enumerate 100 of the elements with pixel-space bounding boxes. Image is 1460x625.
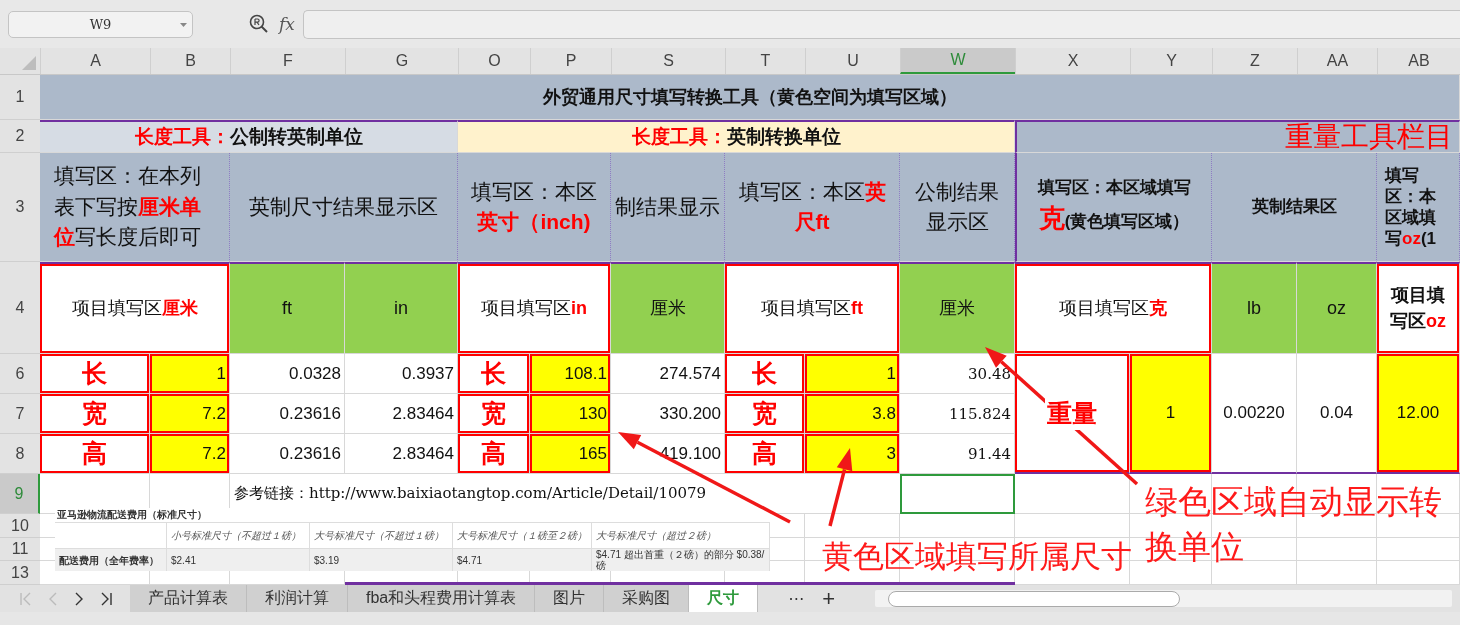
annotation-text: 黄色区域填写所属尺寸 xyxy=(822,538,1132,576)
dimension-label: 高 xyxy=(82,438,107,469)
fee-value: $3.19 xyxy=(314,554,340,566)
unit-heading: ft xyxy=(282,296,292,320)
sheet-tab[interactable]: 图片 xyxy=(535,585,605,612)
sheet-tab[interactable]: 产品计算表 xyxy=(130,585,247,612)
result-value: 2.83464 xyxy=(392,403,454,424)
sheet-tab[interactable]: 采购图 xyxy=(604,585,690,612)
column-group-heading: 制结果显示 xyxy=(615,193,720,220)
unit-heading: lb xyxy=(1247,296,1261,320)
horizontal-scrollbar[interactable] xyxy=(875,590,1452,607)
column-header[interactable]: Z xyxy=(1212,48,1297,74)
sheet-tab[interactable]: fba和头程费用计算表 xyxy=(348,585,536,612)
column-group-heading: 英制尺寸结果显示区 xyxy=(249,193,438,220)
dimension-label: 宽 xyxy=(481,398,506,429)
section-heading: 长度工具：英制转换单位 xyxy=(458,120,1015,153)
dimension-label: 宽 xyxy=(752,398,777,429)
selected-cell[interactable] xyxy=(900,474,1015,514)
column-header[interactable]: AB xyxy=(1377,48,1460,74)
column-group-heading: 填写区：本区英尺ft xyxy=(737,178,887,235)
result-value: 0.23616 xyxy=(279,443,341,464)
column-header[interactable]: A xyxy=(40,48,150,74)
unit-heading: 项目填写区in xyxy=(481,296,587,320)
column-header[interactable]: AA xyxy=(1297,48,1377,74)
column-group-heading: 公制结果显示区 xyxy=(914,178,1000,235)
unit-heading: 项目填写区厘米 xyxy=(71,296,198,320)
result-value: 30.48 xyxy=(968,364,1011,383)
more-tabs-button[interactable]: ⋯ xyxy=(788,589,805,608)
input-cell[interactable]: 165 xyxy=(530,434,611,474)
unit-heading: oz xyxy=(1327,296,1346,320)
result-value: 0.00220 xyxy=(1223,403,1285,423)
previous-sheet-icon[interactable] xyxy=(48,591,58,606)
sheet-tab[interactable]: 利润计算 xyxy=(247,585,348,612)
fee-column-heading: 大号标准尺寸（不超过１磅） xyxy=(314,530,444,541)
result-value: 0.04 xyxy=(1319,403,1354,423)
dimension-label: 高 xyxy=(752,438,777,469)
column-header[interactable]: O xyxy=(458,48,530,74)
input-cell[interactable]: 1 xyxy=(1130,354,1212,474)
sheet-tab[interactable]: 尺寸 xyxy=(689,585,759,612)
input-cell[interactable]: 12.00 xyxy=(1377,354,1460,474)
sheet-title: 外贸通用尺寸填写转换工具（黄色空间为填写区域） xyxy=(542,86,957,109)
input-cell[interactable]: 7.2 xyxy=(150,394,230,434)
unit-heading: 厘米 xyxy=(649,296,686,320)
dimension-label: 长 xyxy=(82,358,107,389)
column-header[interactable]: Y xyxy=(1130,48,1212,74)
last-sheet-icon[interactable] xyxy=(100,591,112,606)
input-cell[interactable]: 1 xyxy=(150,354,230,394)
name-box[interactable]: W9 xyxy=(8,10,193,38)
input-cell[interactable]: 108.1 xyxy=(530,354,611,394)
zoom-icon[interactable] xyxy=(249,14,269,34)
fee-table-title: 亚马逊物流配送费用（标准尺寸） xyxy=(56,508,208,522)
result-value: 91.44 xyxy=(968,444,1011,463)
column-header[interactable]: T xyxy=(725,48,805,74)
result-value: 115.824 xyxy=(948,404,1011,423)
dimension-label: 长 xyxy=(481,358,506,389)
unit-heading: 项目填写区克 xyxy=(1059,296,1167,320)
result-value: 0.3937 xyxy=(402,363,454,384)
annotation-text: 绿色区域自动显示转换单位 xyxy=(1145,482,1443,567)
fee-value: $2.41 xyxy=(171,554,197,566)
fee-column-heading: 大号标准尺寸（１磅至２磅） xyxy=(457,530,587,541)
input-cell[interactable]: 3 xyxy=(805,434,900,474)
reference-link-text: 参考链接：http://www.baixiaotangtop.com/Article/Detail/10079 xyxy=(234,484,707,503)
fee-column-heading: 大号标准尺寸（超过２磅） xyxy=(596,530,716,541)
weight-label: 重量 xyxy=(1045,396,1099,430)
result-value: 0.23616 xyxy=(279,403,341,424)
column-header[interactable]: X xyxy=(1015,48,1130,74)
result-value: 274.574 xyxy=(659,363,721,384)
unit-heading: 项目填写区oz xyxy=(1389,284,1447,333)
input-cell[interactable]: 130 xyxy=(530,394,611,434)
unit-heading: 项目填写区ft xyxy=(761,296,863,320)
column-header[interactable]: S xyxy=(611,48,725,74)
formula-input[interactable] xyxy=(302,9,1460,39)
select-all-icon[interactable] xyxy=(22,56,36,70)
fee-value: $4.71 超出首重（２磅）的部分 $0.38/磅 xyxy=(596,549,765,571)
column-header[interactable]: F xyxy=(230,48,345,74)
column-group-heading: 填写区：本区 英寸（inch) xyxy=(470,178,598,235)
column-header[interactable]: G xyxy=(345,48,458,74)
result-value: 330.200 xyxy=(659,403,721,424)
fee-value: $4.71 xyxy=(457,554,483,566)
result-value: 0.0328 xyxy=(289,363,341,384)
input-cell[interactable]: 3.8 xyxy=(805,394,900,434)
input-cell[interactable]: 7.2 xyxy=(150,434,230,474)
column-header[interactable]: P xyxy=(530,48,611,74)
column-group-heading: 英制结果区 xyxy=(1251,195,1337,218)
column-group-heading: 填写区：本区域填写oz(1 xyxy=(1385,164,1437,250)
column-header[interactable]: B xyxy=(150,48,230,74)
weight-heading: 重量工具栏目 xyxy=(1285,119,1453,155)
dimension-label: 宽 xyxy=(82,398,107,429)
dimension-label: 高 xyxy=(481,438,506,469)
unit-heading: in xyxy=(394,296,408,320)
add-sheet-button[interactable]: + xyxy=(822,585,836,612)
function-label[interactable]: fx xyxy=(279,14,295,34)
result-value: 2.83464 xyxy=(392,443,454,464)
first-sheet-icon[interactable] xyxy=(20,591,32,606)
input-cell[interactable]: 1 xyxy=(805,354,900,394)
next-sheet-icon[interactable] xyxy=(74,591,84,606)
caret-icon xyxy=(180,22,187,27)
section-heading: 长度工具：公制转英制单位 xyxy=(40,120,458,153)
column-group-heading: 填写区：本区域填写 克(黄色填写区域） xyxy=(1036,176,1192,236)
fee-column-heading: 小号标准尺寸（不超过１磅） xyxy=(171,530,301,541)
